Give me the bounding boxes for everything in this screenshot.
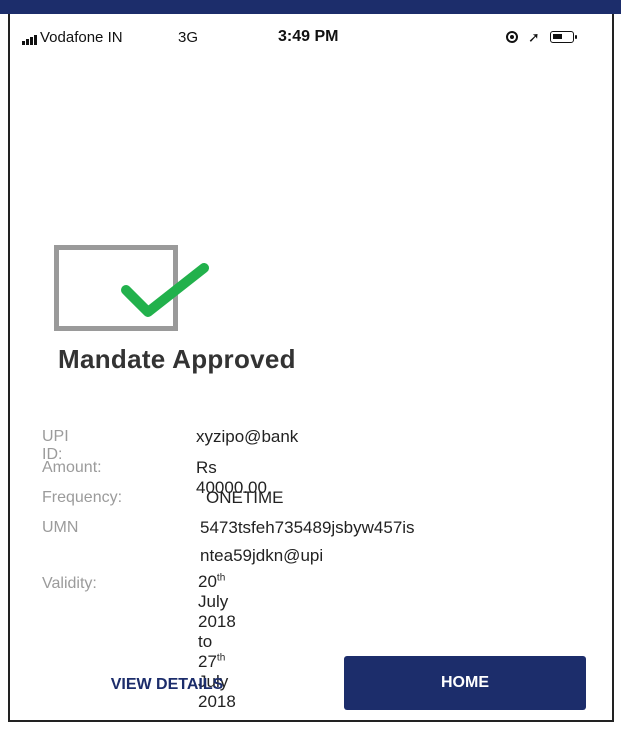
page-title: Mandate Approved — [58, 344, 296, 374]
validity-label: Validity: — [42, 575, 97, 592]
frequency-value: ONETIME — [206, 488, 284, 507]
rotation-lock-icon — [506, 31, 518, 43]
status-bar: Vodafone IN 3G 3:49 PM ➚ — [10, 14, 612, 58]
phone-screen: Vodafone IN 3G 3:49 PM ➚ Mandate Approve… — [10, 14, 612, 720]
status-time: 3:49 PM — [278, 28, 339, 45]
home-button[interactable]: HOME — [344, 656, 586, 710]
success-check-icon — [121, 263, 209, 317]
amount-label: Amount: — [42, 459, 102, 476]
location-icon: ➚ — [528, 29, 540, 45]
top-banner — [0, 0, 621, 14]
umn-value-line1: 5473tsfeh735489jsbyw457is — [200, 518, 415, 537]
frequency-label: Frequency: — [42, 489, 123, 506]
umn-value-line2: ntea59jdkn@upi — [200, 546, 324, 565]
frame-border-bottom — [8, 720, 614, 722]
status-icons: ➚ — [506, 29, 577, 45]
frame-border-right — [612, 14, 614, 722]
network-type: 3G — [178, 29, 199, 46]
battery-icon — [549, 31, 577, 43]
umn-label: UMN — [42, 519, 79, 536]
upi-id-value: xyzipo@bank — [196, 427, 299, 446]
view-details-button[interactable]: VIEW DETAILS — [82, 668, 252, 702]
carrier-name: Vodafone IN — [40, 29, 123, 46]
signal-icon — [22, 35, 37, 45]
